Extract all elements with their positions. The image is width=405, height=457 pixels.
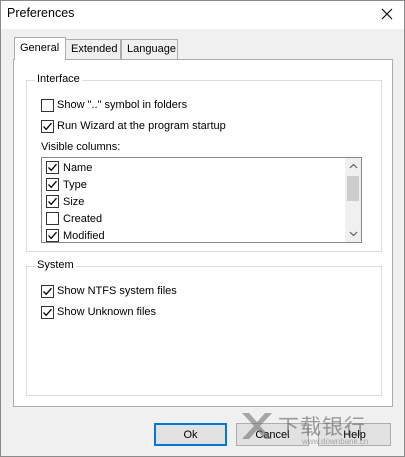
list-item-label: Size [63, 195, 85, 208]
window-title: Preferences [7, 6, 75, 20]
visible-columns-label: Visible columns: [41, 141, 121, 153]
show-ntfs-checkbox[interactable]: Show NTFS system files [41, 283, 177, 299]
checkbox-box[interactable] [46, 229, 59, 242]
chevron-up-icon [349, 163, 357, 169]
scroll-thumb[interactable] [347, 176, 359, 201]
general-tab-panel: Interface Show ".." symbol in folders Ru… [13, 59, 393, 407]
list-item-size[interactable]: Size [46, 193, 84, 210]
list-item-label: Name [63, 161, 93, 174]
tab-extended[interactable]: Extended [65, 39, 121, 59]
checkbox-box[interactable] [41, 98, 54, 112]
close-icon [381, 8, 393, 20]
checkmark-icon [48, 197, 57, 206]
list-item-label: Modified [63, 229, 105, 242]
list-scrollbar[interactable] [345, 158, 361, 242]
tab-label: Language [127, 43, 176, 55]
show-dotdot-checkbox[interactable]: Show ".." symbol in folders [41, 97, 187, 113]
help-button[interactable]: Help [318, 423, 391, 446]
checkmark-icon [48, 180, 57, 189]
tab-label: Extended [71, 43, 118, 55]
system-group: System Show NTFS system files Show Unkno… [26, 259, 382, 396]
checkbox-box[interactable] [46, 161, 59, 174]
checkbox-box[interactable] [46, 212, 59, 225]
system-group-label: System [35, 259, 76, 271]
list-item-label: Type [63, 178, 87, 191]
list-item-name[interactable]: Name [46, 159, 92, 176]
cancel-button-label: Cancel [255, 428, 290, 441]
interface-group: Interface Show ".." symbol in folders Ru… [26, 73, 382, 252]
run-wizard-checkbox[interactable]: Run Wizard at the program startup [41, 118, 226, 134]
title-bar[interactable]: Preferences [1, 1, 404, 29]
interface-group-label: Interface [35, 73, 82, 85]
list-item-type[interactable]: Type [46, 176, 87, 193]
checkmark-icon [48, 231, 57, 240]
list-item-created[interactable]: Created [46, 210, 102, 227]
tab-general[interactable]: General [14, 37, 66, 60]
show-unknown-label: Show Unknown files [57, 306, 157, 318]
checkbox-box[interactable] [46, 195, 59, 208]
ok-button-label: Ok [183, 428, 198, 441]
cancel-button[interactable]: Cancel [236, 423, 309, 446]
checkmark-icon [43, 122, 52, 130]
checkbox-box[interactable] [46, 178, 59, 191]
show-ntfs-label: Show NTFS system files [57, 285, 177, 297]
show-dotdot-label: Show ".." symbol in folders [57, 99, 188, 111]
visible-columns-list[interactable]: Name Type Size Created Modified [41, 157, 362, 243]
checkmark-icon [43, 308, 52, 316]
scroll-down-button[interactable] [345, 226, 361, 242]
list-item-modified[interactable]: Modified [46, 227, 105, 242]
help-button-label: Help [343, 428, 366, 441]
list-item-label: Created [63, 212, 103, 225]
close-button[interactable] [374, 3, 400, 25]
checkmark-icon [43, 287, 52, 295]
ok-button[interactable]: Ok [154, 423, 227, 446]
checkbox-box[interactable] [41, 284, 54, 298]
checkmark-icon [48, 163, 57, 172]
tab-language[interactable]: Language [121, 39, 178, 59]
tab-label: General [20, 42, 60, 54]
show-unknown-checkbox[interactable]: Show Unknown files [41, 304, 156, 320]
checkbox-box[interactable] [41, 119, 54, 133]
checkbox-box[interactable] [41, 305, 54, 319]
preferences-dialog: Preferences General Extended Language In… [0, 0, 405, 457]
scroll-up-button[interactable] [345, 158, 361, 174]
run-wizard-label: Run Wizard at the program startup [57, 120, 226, 132]
chevron-down-icon [349, 231, 357, 237]
